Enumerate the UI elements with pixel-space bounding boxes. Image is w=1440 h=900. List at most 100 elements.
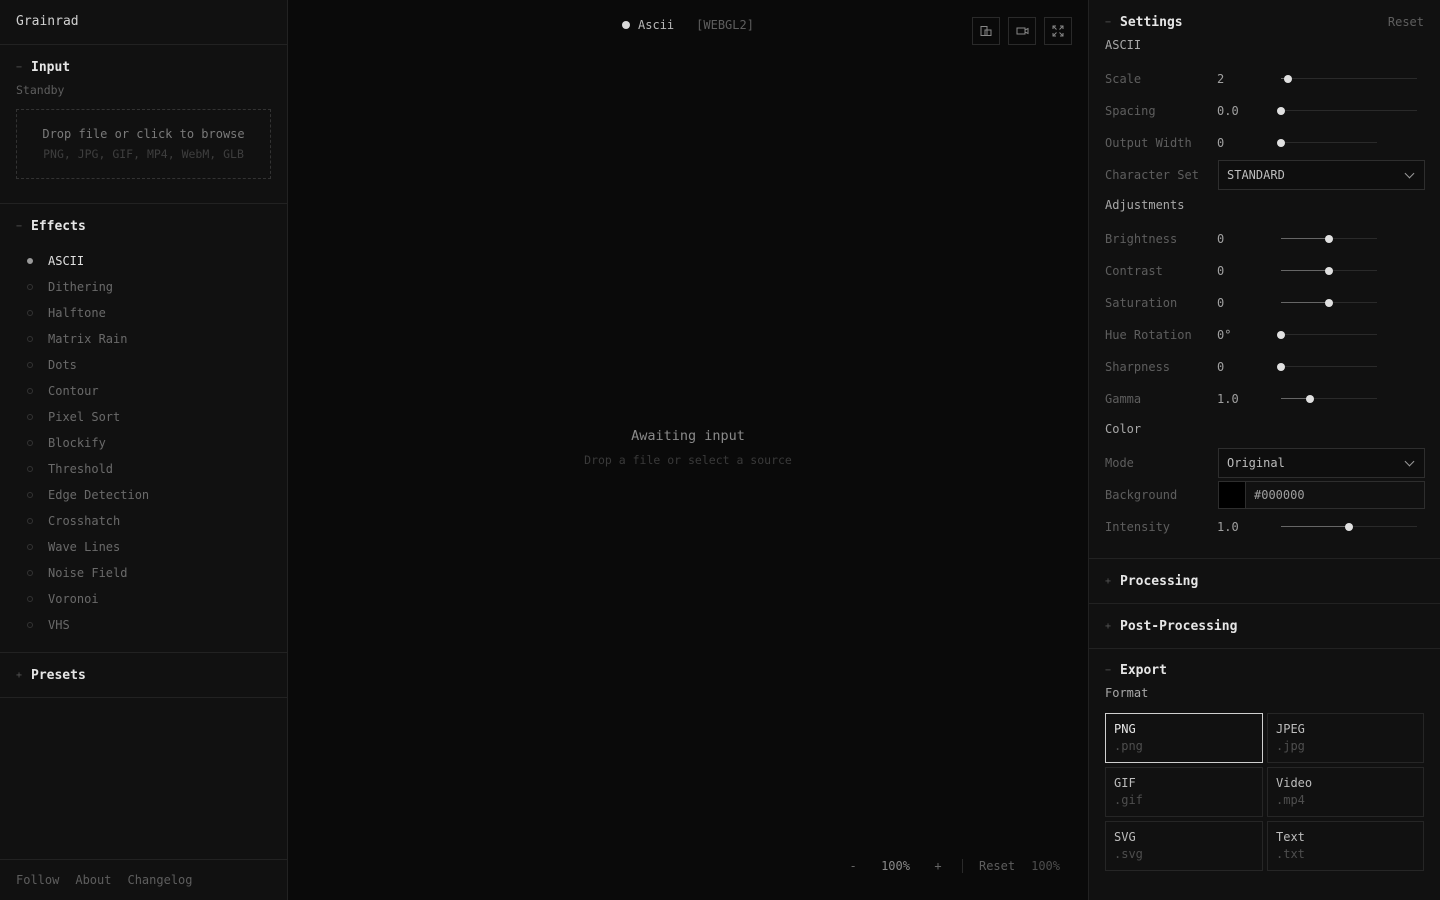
effect-item-edge-detection[interactable]: Edge Detection	[27, 482, 271, 508]
left-sidebar: Grainrad − Input Standby Drop file or cl…	[0, 0, 288, 900]
record-button[interactable]	[1008, 17, 1036, 45]
input-section: − Input Standby Drop file or click to br…	[0, 45, 287, 204]
saturation-slider[interactable]	[1281, 297, 1377, 309]
effects-section: − Effects ASCII Dithering Halftone Matrix R…	[0, 204, 287, 653]
brightness-row: Brightness 0	[1089, 223, 1440, 255]
fullscreen-icon	[1052, 25, 1064, 37]
slider-handle[interactable]	[1325, 235, 1333, 243]
effect-item-blockify[interactable]: Blockify	[27, 430, 271, 456]
effect-item-matrix-rain[interactable]: Matrix Rain	[27, 326, 271, 352]
renderer-backend: [WEBGL2]	[696, 18, 754, 32]
effect-item-wave-lines[interactable]: Wave Lines	[27, 534, 271, 560]
color-swatch[interactable]	[1219, 482, 1246, 508]
effect-item-ascii[interactable]: ASCII	[27, 248, 271, 274]
spacing-row: Spacing 0.0	[1089, 95, 1440, 127]
effect-item-crosshatch[interactable]: Crosshatch	[27, 508, 271, 534]
gamma-slider[interactable]	[1281, 393, 1377, 405]
presets-section-header[interactable]: + Presets	[0, 653, 287, 697]
post-processing-section-header[interactable]: + Post-Processing	[1089, 603, 1440, 648]
effects-title: Effects	[31, 218, 86, 234]
intensity-row: Intensity 1.0	[1089, 511, 1440, 543]
radio-dot-icon	[27, 362, 33, 368]
slider-handle[interactable]	[1277, 363, 1285, 371]
effects-section-header[interactable]: − Effects	[0, 204, 287, 248]
zoom-in-button[interactable]: +	[930, 859, 946, 873]
color-group-label: Color	[1105, 422, 1142, 436]
contrast-slider[interactable]	[1281, 265, 1377, 277]
file-drop-zone[interactable]: Drop file or click to browse PNG, JPG, G…	[16, 109, 271, 179]
about-link[interactable]: About	[75, 873, 111, 887]
effect-item-vhs[interactable]: VHS	[27, 612, 271, 638]
slider-handle[interactable]	[1305, 395, 1314, 403]
slider-handle[interactable]	[1345, 523, 1353, 531]
effect-label: Threshold	[48, 462, 114, 476]
zoom-reset-button[interactable]: Reset	[979, 859, 1015, 873]
effect-label: Crosshatch	[48, 514, 121, 528]
sharpness-slider[interactable]	[1277, 361, 1377, 373]
brightness-slider[interactable]	[1281, 233, 1377, 245]
sharpness-label: Sharpness	[1105, 360, 1171, 374]
character-set-label: Character Set	[1105, 168, 1199, 182]
export-format-text[interactable]: Text .txt	[1267, 821, 1424, 871]
settings-reset-button[interactable]: Reset	[1388, 15, 1424, 29]
export-format-png[interactable]: PNG .png	[1105, 713, 1263, 763]
zoom-fit-button[interactable]: 100%	[1031, 859, 1060, 873]
effect-item-pixel-sort[interactable]: Pixel Sort	[27, 404, 271, 430]
radio-dot-icon	[27, 440, 33, 446]
brightness-label: Brightness	[1105, 232, 1178, 246]
spacing-slider[interactable]	[1277, 105, 1417, 117]
settings-panel: − Settings Reset ASCII Scale 2 Spacing 0…	[1088, 0, 1440, 900]
effect-item-contour[interactable]: Contour	[27, 378, 271, 404]
compare-button[interactable]	[972, 17, 1000, 45]
saturation-value: 0	[1217, 296, 1225, 310]
format-extension: .mp4	[1276, 793, 1305, 807]
expand-icon: +	[1105, 575, 1112, 587]
effect-label: Contour	[48, 384, 99, 398]
character-set-select[interactable]: STANDARD	[1218, 160, 1425, 190]
hue-rotation-label: Hue Rotation	[1105, 328, 1192, 342]
slider-handle[interactable]	[1277, 139, 1285, 147]
effect-item-dithering[interactable]: Dithering	[27, 274, 271, 300]
effect-item-halftone[interactable]: Halftone	[27, 300, 271, 326]
export-format-jpeg[interactable]: JPEG .jpg	[1267, 713, 1424, 763]
effect-label: Pixel Sort	[48, 410, 121, 424]
collapse-icon[interactable]: −	[1105, 17, 1111, 28]
slider-handle[interactable]	[1277, 331, 1285, 339]
fullscreen-button[interactable]	[1044, 17, 1072, 45]
settings-title: Settings	[1120, 14, 1183, 30]
collapse-icon: −	[1105, 665, 1112, 676]
effect-item-threshold[interactable]: Threshold	[27, 456, 271, 482]
output-width-slider[interactable]	[1277, 137, 1377, 149]
export-format-video[interactable]: Video .mp4	[1267, 767, 1424, 817]
zoom-controls: - 100% + Reset 100%	[845, 859, 1060, 873]
output-width-value: 0	[1217, 136, 1225, 150]
zoom-out-button[interactable]: -	[845, 859, 861, 873]
expand-icon: +	[1105, 620, 1112, 632]
slider-handle[interactable]	[1283, 75, 1292, 83]
background-color-field[interactable]: #000000	[1218, 481, 1425, 509]
slider-handle[interactable]	[1325, 299, 1333, 307]
canvas-status-bar: Ascii [WEBGL2]	[288, 16, 1088, 34]
slider-handle[interactable]	[1325, 267, 1333, 275]
format-extension: .gif	[1114, 793, 1143, 807]
effect-item-voronoi[interactable]: Voronoi	[27, 586, 271, 612]
contrast-value: 0	[1217, 264, 1225, 278]
intensity-slider[interactable]	[1281, 521, 1417, 533]
export-format-gif[interactable]: GIF .gif	[1105, 767, 1263, 817]
export-format-svg[interactable]: SVG .svg	[1105, 821, 1263, 871]
radio-dot-icon	[27, 570, 33, 576]
scale-value: 2	[1217, 72, 1225, 86]
slider-handle[interactable]	[1277, 107, 1285, 115]
processing-title: Processing	[1120, 573, 1199, 589]
export-format-grid: PNG .png JPEG .jpg GIF .gif Video .mp4 SVG .svg Te…	[1089, 713, 1440, 871]
effect-item-noise-field[interactable]: Noise Field	[27, 560, 271, 586]
saturation-row: Saturation 0	[1089, 287, 1440, 319]
effect-item-dots[interactable]: Dots	[27, 352, 271, 378]
color-mode-select[interactable]: Original	[1218, 448, 1425, 478]
follow-link[interactable]: Follow	[16, 873, 59, 887]
processing-section-header[interactable]: + Processing	[1089, 558, 1440, 603]
changelog-link[interactable]: Changelog	[127, 873, 192, 887]
hue-rotation-slider[interactable]	[1277, 329, 1377, 341]
scale-slider[interactable]	[1281, 73, 1417, 85]
radio-dot-icon	[27, 258, 33, 264]
